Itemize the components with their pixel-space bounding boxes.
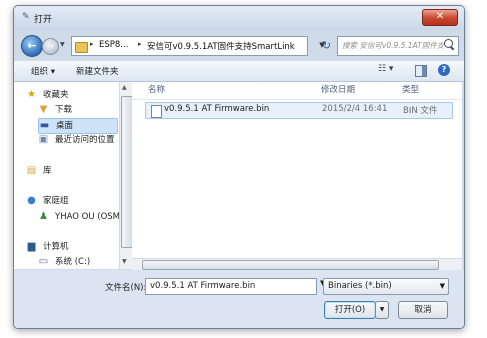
chevron-down-icon[interactable]: ▼ — [440, 282, 445, 290]
filetype-value[interactable]: Binaries (*.bin) — [328, 281, 392, 291]
nav-item-label: 库 — [43, 166, 52, 176]
library-icon: ▤ — [26, 165, 37, 176]
refresh-icon[interactable]: ↻ — [319, 38, 334, 53]
nav-item-label: 收藏夹 — [43, 90, 69, 100]
command-bar: 组织 ▾ 新建文件夹 ☷ ▾ ? — [14, 61, 464, 82]
recent-places-icon: ▣ — [38, 134, 49, 145]
file-type: BIN 文件 — [403, 106, 438, 116]
nav-item-label: 家庭组 — [43, 196, 69, 206]
nav-item-label: 桌面 — [56, 121, 74, 131]
nav-item-label: YHAO OU (OSM — [55, 212, 120, 222]
navigation-pane: ★ 收藏夹 ▼ 下载 ▬ 桌面 ▣ 最近访问的位置 ▤ 库 ● 家庭组 ♟ YH… — [14, 82, 120, 269]
filetype-select[interactable]: Binaries (*.bin) ▼ — [323, 278, 449, 295]
help-icon[interactable]: ? — [438, 64, 450, 76]
file-list: 名称 修改日期 类型 v0.9.5.1 AT Firmware.bin 2015… — [132, 82, 462, 269]
filename-value[interactable]: v0.9.5.1 AT Firmware.bin — [150, 281, 255, 291]
filename-field[interactable]: v0.9.5.1 AT Firmware.bin ▼ — [145, 278, 325, 295]
new-folder-button[interactable]: 新建文件夹 — [76, 65, 119, 77]
organize-button[interactable]: 组织 ▾ — [31, 65, 55, 77]
nav-item-label: 下载 — [55, 105, 73, 115]
search-icon[interactable] — [444, 39, 455, 51]
desktop-icon: ▬ — [39, 120, 50, 131]
address-bar[interactable]: ▸ ESP8... ▸ 安信可v0.9.5.1AT固件支持SmartLink ▼ — [71, 36, 325, 56]
nav-item-desktop[interactable]: ▬ 桌面 — [38, 118, 118, 134]
file-row[interactable]: v0.9.5.1 AT Firmware.bin 2015/2/4 16:41 … — [145, 102, 453, 119]
breadcrumb-separator[interactable]: ▸ — [138, 40, 142, 48]
back-button[interactable]: ← — [21, 35, 43, 57]
dialog-title: 打开 — [34, 15, 53, 25]
forward-button[interactable]: → — [42, 38, 59, 55]
header-divider — [132, 99, 462, 100]
scroll-down-icon[interactable]: ▼ — [122, 258, 127, 265]
cancel-button[interactable]: 取消 — [398, 301, 448, 319]
nav-item-label: 系统 (C:) — [55, 257, 91, 267]
homegroup-icon: ● — [27, 195, 36, 206]
open-file-dialog: ✎ 打开 ✕ ← → ▼ ▸ ESP8... ▸ 安信可v0.9.5.1AT固件… — [13, 5, 465, 329]
horizontal-scrollbar[interactable] — [132, 258, 462, 270]
computer-icon: ▆ — [27, 241, 36, 252]
dialog-footer: 文件名(N): v0.9.5.1 AT Firmware.bin ▼ Binar… — [14, 270, 464, 328]
nav-item-label: 计算机 — [43, 242, 69, 252]
close-button[interactable]: ✕ — [422, 9, 458, 26]
scroll-up-icon[interactable]: ▲ — [122, 84, 127, 91]
breadcrumb-item-esp8[interactable]: ESP8... — [99, 40, 128, 50]
recent-pages-dropdown[interactable]: ▼ — [60, 41, 68, 49]
address-row: ← → ▼ ▸ ESP8... ▸ 安信可v0.9.5.1AT固件支持Smart… — [14, 33, 464, 59]
filename-label: 文件名(N): — [105, 283, 147, 293]
breadcrumb-item-current-folder[interactable]: 安信可v0.9.5.1AT固件支持SmartLink — [147, 40, 295, 52]
view-options-button[interactable]: ☷ ▾ — [378, 64, 393, 74]
open-button[interactable]: 打开(O) — [324, 301, 376, 319]
title-bar: ✎ 打开 ✕ — [14, 6, 464, 30]
user-icon: ♟ — [39, 211, 48, 222]
preview-pane-icon[interactable] — [415, 65, 427, 77]
nav-item-label: 最近访问的位置 — [55, 135, 115, 145]
download-folder-icon: ▼ — [39, 104, 48, 115]
drive-icon: ▭ — [38, 256, 49, 267]
column-header-type[interactable]: 类型 — [402, 82, 419, 98]
file-date: 2015/2/4 16:41 — [322, 104, 388, 114]
scrollbar-thumb[interactable] — [142, 260, 439, 270]
search-input[interactable]: 搜索 安信可v0.9.5.1AT固件支... — [342, 40, 444, 51]
navigation-scrollbar[interactable]: ▲ ▼ — [119, 82, 133, 269]
breadcrumb-separator[interactable]: ▸ — [90, 40, 94, 48]
dialog-icon: ✎ — [22, 12, 30, 22]
file-icon — [151, 105, 162, 118]
column-header-date[interactable]: 修改日期 — [321, 82, 355, 98]
open-options-dropdown[interactable]: ▼ — [375, 301, 389, 319]
file-name: v0.9.5.1 AT Firmware.bin — [164, 104, 270, 114]
folder-icon — [75, 39, 88, 53]
search-box[interactable]: 搜索 安信可v0.9.5.1AT固件支... — [337, 36, 459, 56]
star-icon: ★ — [27, 89, 36, 100]
column-header-name[interactable]: 名称 — [148, 82, 165, 98]
